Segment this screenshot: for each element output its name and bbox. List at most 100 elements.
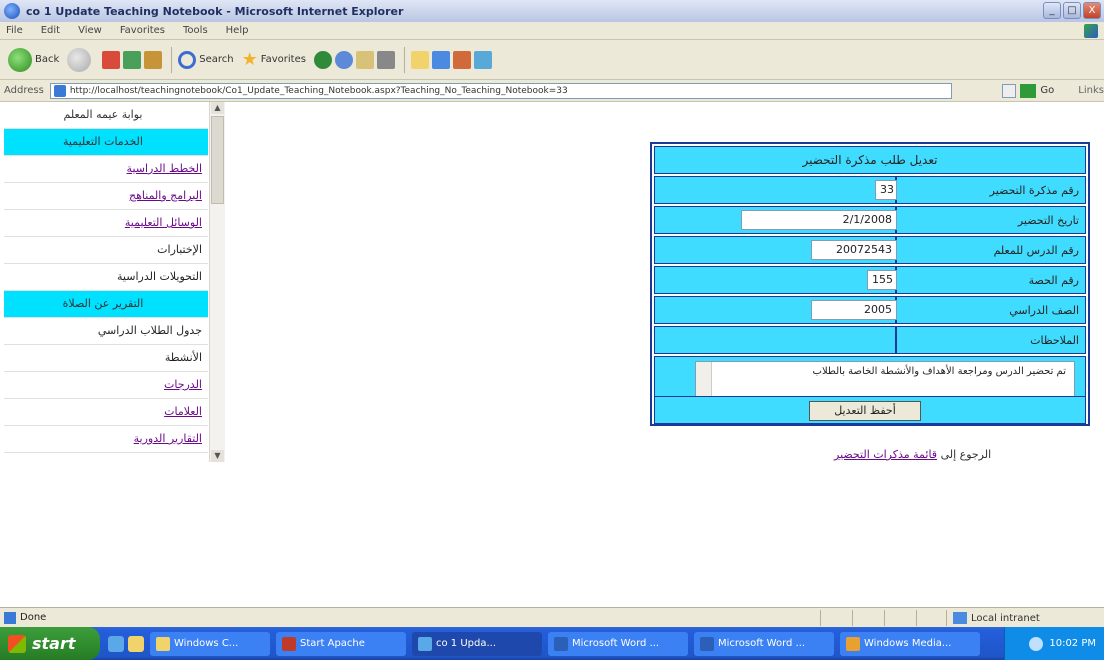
- scroll-thumb[interactable]: [211, 116, 224, 204]
- preparation-date-field[interactable]: 2/1/2008: [741, 210, 897, 230]
- media-icon[interactable]: [313, 50, 332, 69]
- history-icon[interactable]: [334, 50, 353, 69]
- sidebar-item[interactable]: الإختبارات: [4, 237, 208, 264]
- sidebar-item[interactable]: الوسائل التعليمية: [4, 210, 208, 237]
- scroll-down-icon[interactable]: ▼: [211, 450, 224, 462]
- menu-favorites[interactable]: Favorites: [120, 25, 165, 36]
- sidebar-item[interactable]: جدول الطلاب الدراسي: [4, 318, 208, 345]
- taskbar-button[interactable]: Start Apache: [276, 631, 406, 656]
- sidebar-item[interactable]: التحويلات الدراسية: [4, 264, 208, 291]
- minimize-button[interactable]: _: [1043, 2, 1061, 19]
- task-label: co 1 Upda...: [436, 638, 497, 649]
- internet-explorer-icon: [418, 636, 432, 651]
- toolbar-separator: [403, 46, 405, 73]
- taskbar-button[interactable]: Windows C...: [150, 631, 270, 656]
- sidebar-item[interactable]: الدرجات: [4, 372, 208, 399]
- back-prefix: الرجوع إلى: [940, 448, 992, 461]
- stop-icon[interactable]: [102, 50, 121, 69]
- folder-icon[interactable]: [410, 50, 429, 69]
- search-button[interactable]: Search: [178, 50, 234, 69]
- period-number-field[interactable]: 155: [867, 270, 897, 290]
- home-icon[interactable]: [144, 50, 163, 69]
- mail-icon[interactable]: [355, 50, 374, 69]
- back-arrow-icon: [8, 47, 32, 72]
- sidebar-scrollbar[interactable]: ▲ ▼: [209, 102, 225, 462]
- form-title: تعديل طلب مذكرة التحضير: [654, 146, 1086, 174]
- window-title: co 1 Update Teaching Notebook - Microsof…: [26, 4, 404, 18]
- form-row: الصف الدراسي 2005: [654, 296, 1086, 324]
- taskbar-button[interactable]: Microsoft Word ...: [694, 631, 834, 656]
- back-button[interactable]: Back: [8, 47, 59, 72]
- field-cell: 2005: [655, 297, 901, 323]
- quick-launch: [108, 635, 144, 652]
- folder-quicklaunch-icon[interactable]: [128, 635, 144, 652]
- edit-notebook-form: تعديل طلب مذكرة التحضير رقم مذكرة التحضي…: [650, 142, 1090, 426]
- folder-icon: [156, 636, 170, 651]
- save-changes-button[interactable]: أحفظ التعديل: [809, 401, 921, 421]
- scroll-up-icon[interactable]: ▲: [211, 102, 224, 114]
- start-button[interactable]: start: [0, 627, 100, 660]
- menu-tools[interactable]: Tools: [183, 25, 208, 36]
- menu-edit[interactable]: Edit: [41, 25, 60, 36]
- sidebar-item-portal[interactable]: بوابة عيمه المعلم: [4, 102, 208, 129]
- start-label: start: [32, 634, 76, 653]
- task-label: Windows Media...: [864, 638, 952, 649]
- sidebar-item[interactable]: البرامج والمناهج: [4, 183, 208, 210]
- forward-button[interactable]: [67, 47, 94, 72]
- links-button[interactable]: Links: [1078, 85, 1104, 96]
- address-dropdown-icon[interactable]: [1002, 83, 1017, 98]
- ie-quicklaunch-icon[interactable]: [108, 635, 124, 652]
- sidebar-item[interactable]: الأنشطة: [4, 345, 208, 372]
- field-label: الملاحظات: [895, 327, 1085, 353]
- status-label: Done: [20, 612, 47, 623]
- status-text: Done: [4, 611, 47, 624]
- research-icon[interactable]: [452, 50, 471, 69]
- toolbar-separator: [171, 46, 173, 73]
- discuss-icon[interactable]: [473, 50, 492, 69]
- print-icon[interactable]: [376, 50, 395, 69]
- sidebar-item[interactable]: التقارير الدورية: [4, 426, 208, 453]
- status-pane: [916, 610, 946, 626]
- favorites-star-icon: ★: [241, 49, 258, 70]
- back-to-list: الرجوع إلى قائمة مذكرات التحضير: [834, 448, 991, 461]
- close-button[interactable]: X: [1083, 2, 1101, 19]
- word-icon: [554, 636, 568, 651]
- page-done-icon: [4, 611, 16, 624]
- grade-field[interactable]: 2005: [811, 300, 897, 320]
- field-label: الصف الدراسي: [895, 297, 1085, 323]
- network-icon[interactable]: [1029, 636, 1044, 651]
- favorites-button[interactable]: ★ Favorites: [242, 49, 306, 70]
- form-row: الملاحظات: [654, 326, 1086, 354]
- refresh-icon[interactable]: [123, 50, 142, 69]
- field-cell: 2/1/2008: [655, 207, 901, 233]
- menu-help[interactable]: Help: [226, 25, 249, 36]
- address-input[interactable]: http://localhost/teachingnotebook/Co1_Up…: [49, 82, 953, 99]
- menu-view[interactable]: View: [78, 25, 102, 36]
- sidebar-item[interactable]: الخطط الدراسية: [4, 156, 208, 183]
- security-zone: Local intranet: [946, 610, 1066, 626]
- notebook-list-link[interactable]: قائمة مذكرات التحضير: [834, 448, 937, 461]
- taskbar-button-active[interactable]: co 1 Upda...: [412, 631, 542, 656]
- sidebar-menu: بوابة عيمه المعلم الخدمات التعليمية الخط…: [4, 102, 208, 462]
- windows-logo-icon: [8, 634, 26, 653]
- field-cell: 33: [655, 177, 901, 203]
- taskbar-button[interactable]: Windows Media...: [840, 631, 980, 656]
- maximize-button[interactable]: □: [1063, 2, 1081, 19]
- internet-explorer-icon: [4, 3, 20, 19]
- sidebar-item[interactable]: العلامات: [4, 399, 208, 426]
- page-icon: [53, 84, 66, 97]
- form-row: رقم الحصة 155: [654, 266, 1086, 294]
- go-button[interactable]: Go: [1040, 85, 1054, 96]
- field-label: رقم الدرس للمعلم: [895, 237, 1085, 263]
- taskbar-button[interactable]: Microsoft Word ...: [548, 631, 688, 656]
- messenger-icon[interactable]: [431, 50, 450, 69]
- address-bar: Address http://localhost/teachingnoteboo…: [0, 80, 1104, 102]
- field-cell: 20072543: [655, 237, 901, 263]
- toolbar: Back Search ★ Favorites: [0, 40, 1104, 80]
- go-arrow-icon[interactable]: [1020, 83, 1037, 98]
- notebook-number-field[interactable]: 33: [875, 180, 897, 200]
- teacher-lesson-number-field[interactable]: 20072543: [811, 240, 897, 260]
- forward-arrow-icon: [67, 47, 92, 72]
- menu-file[interactable]: File: [6, 25, 23, 36]
- media-player-icon: [846, 636, 860, 651]
